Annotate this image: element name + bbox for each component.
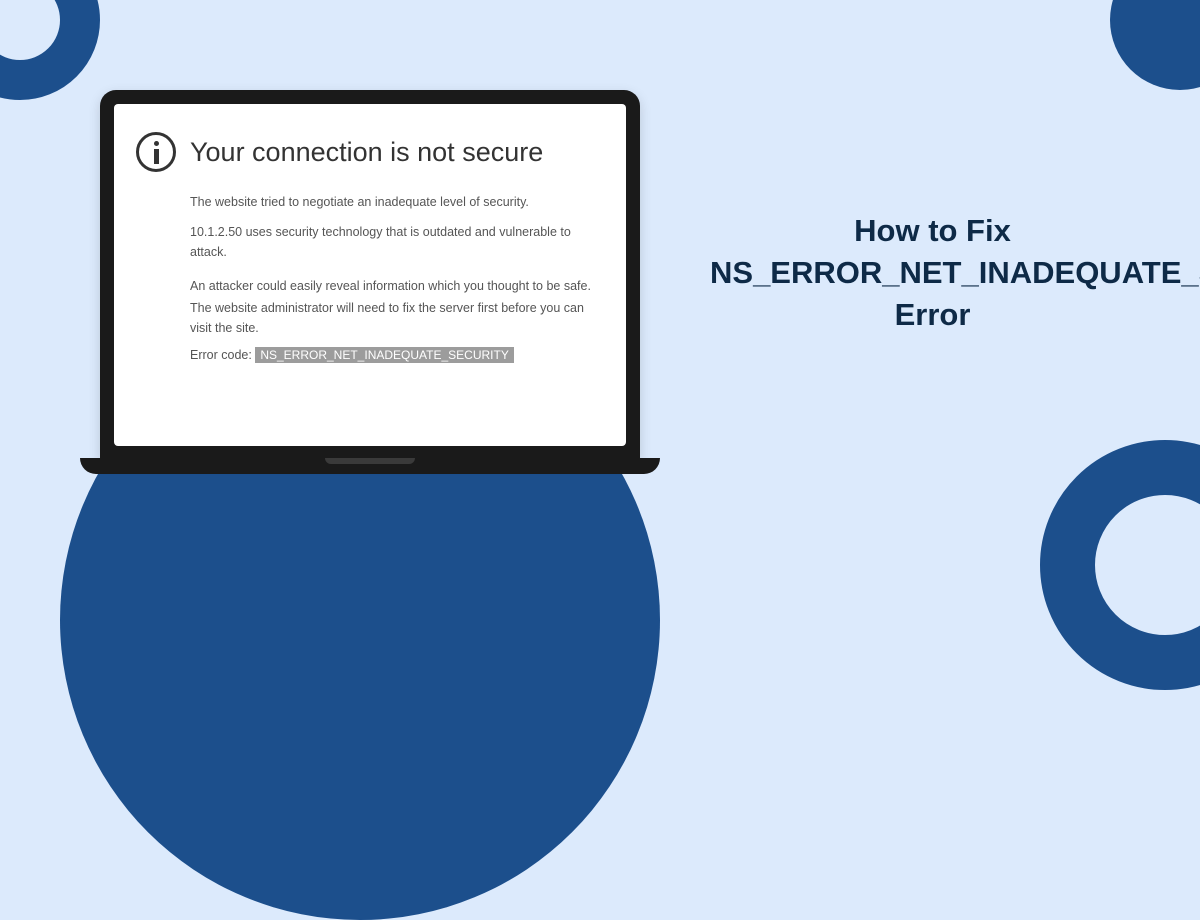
decorative-circle-top-right bbox=[1110, 0, 1200, 90]
error-code-line: Error code: NS_ERROR_NET_INADEQUATE_SECU… bbox=[190, 348, 604, 362]
error-line-4: The website administrator will need to f… bbox=[190, 298, 604, 338]
laptop-mockup: Your connection is not secure The websit… bbox=[100, 90, 640, 474]
decorative-ring-bottom-right bbox=[1040, 440, 1200, 690]
laptop-bezel: Your connection is not secure The websit… bbox=[100, 90, 640, 460]
error-header: Your connection is not secure bbox=[136, 132, 604, 172]
decorative-ring-top-left bbox=[0, 0, 100, 100]
browser-error-screen: Your connection is not secure The websit… bbox=[114, 104, 626, 446]
error-body: The website tried to negotiate an inadeq… bbox=[136, 192, 604, 362]
laptop-base bbox=[80, 458, 660, 474]
error-line-2: 10.1.2.50 uses security technology that … bbox=[190, 222, 604, 262]
info-icon bbox=[136, 132, 176, 172]
laptop-notch bbox=[325, 458, 415, 464]
article-headline: How to Fix NS_ERROR_NET_INADEQUATE_SECUR… bbox=[710, 210, 1155, 336]
error-code-label: Error code: bbox=[190, 348, 252, 362]
error-line-1: The website tried to negotiate an inadeq… bbox=[190, 192, 604, 212]
error-line-3: An attacker could easily reveal informat… bbox=[190, 276, 604, 296]
error-title: Your connection is not secure bbox=[190, 137, 543, 168]
error-code-value: NS_ERROR_NET_INADEQUATE_SECURITY bbox=[255, 347, 514, 363]
